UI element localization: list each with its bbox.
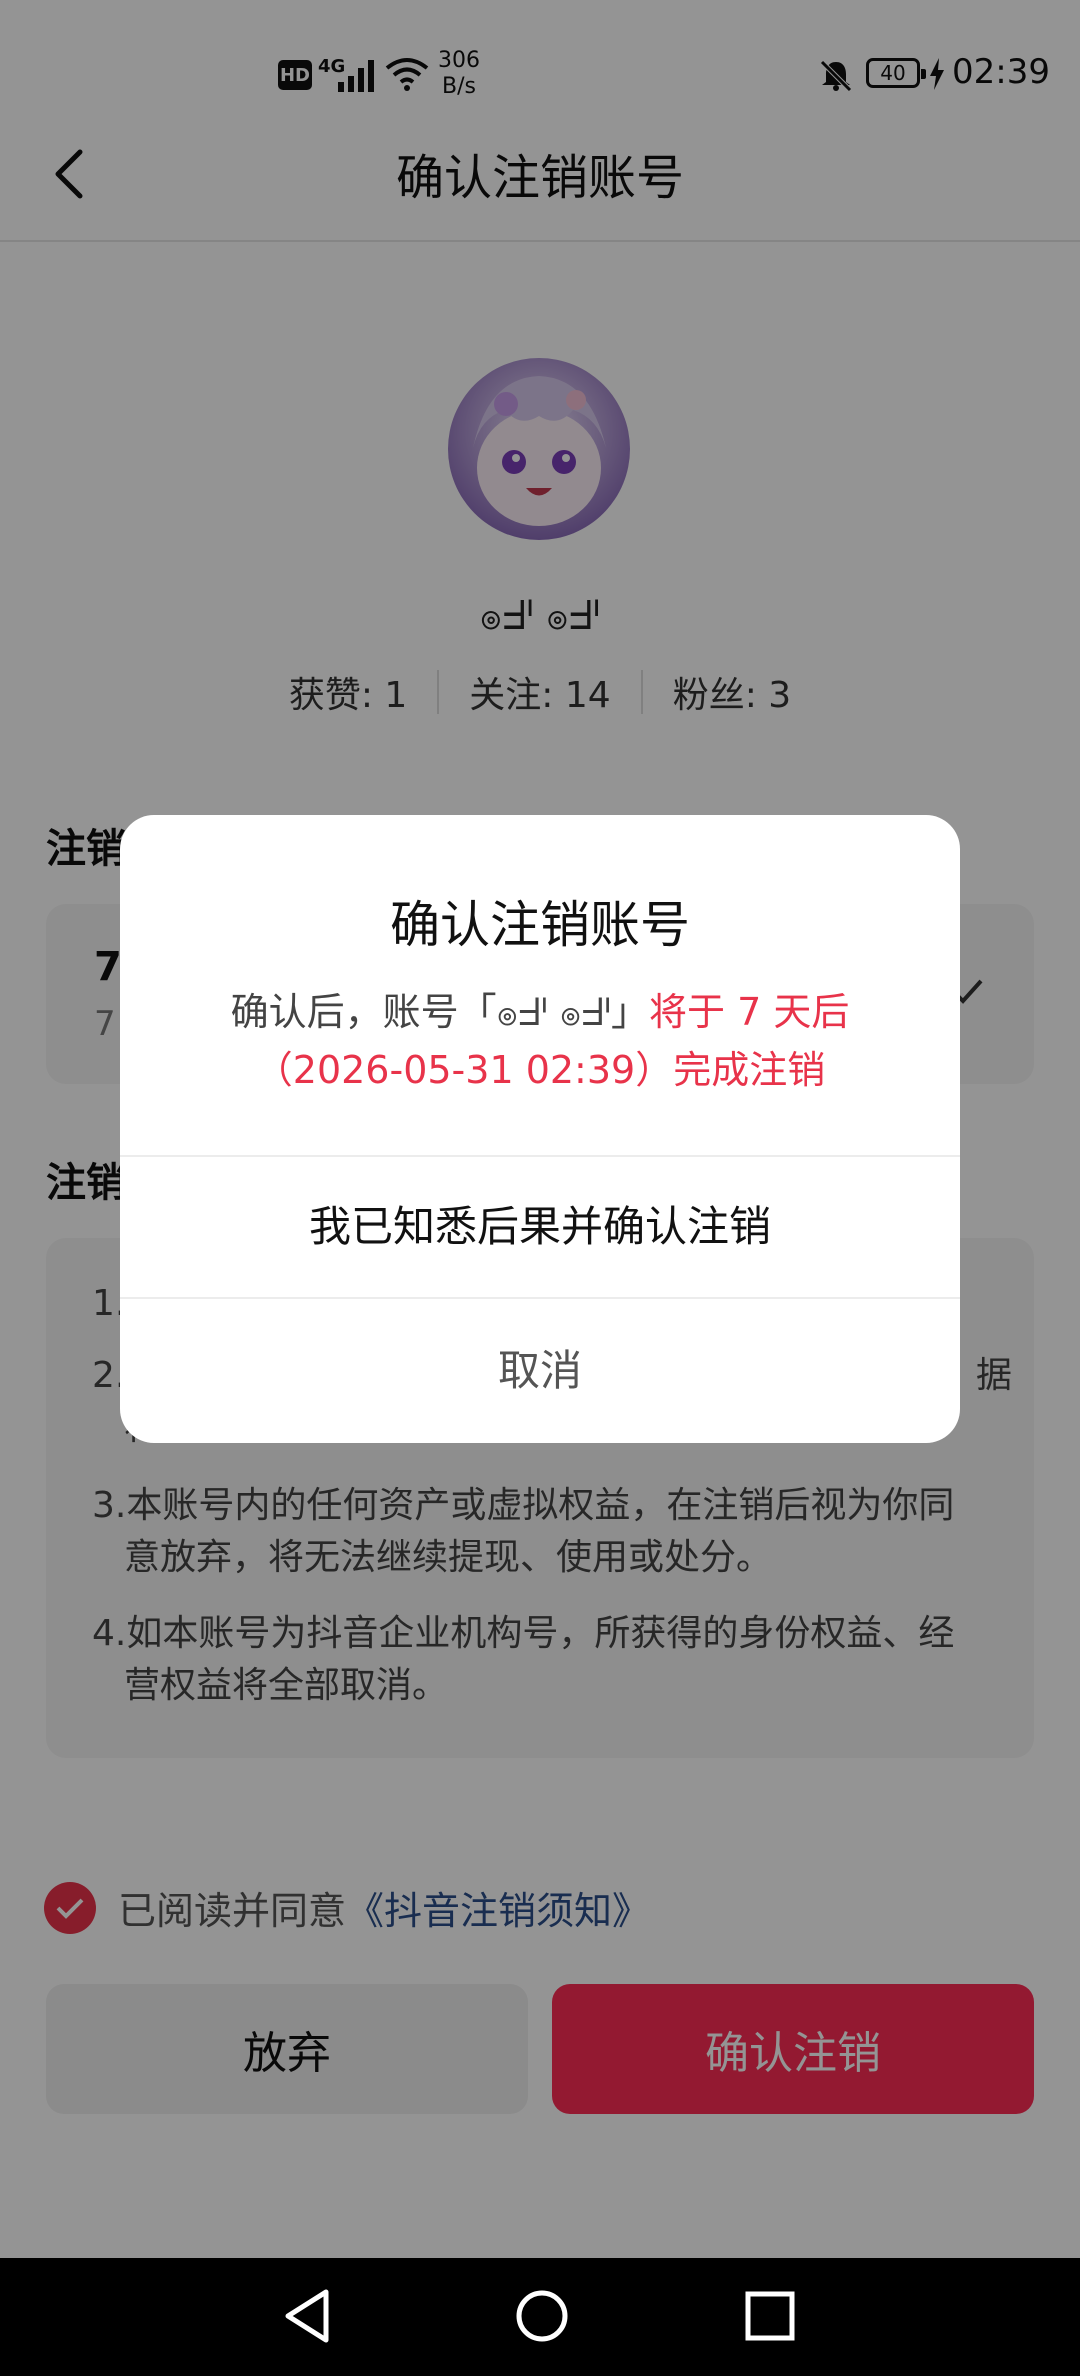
system-nav-bar [0, 2258, 1080, 2376]
dialog-message-date: （2026-05-31 02:39）完成注销 [254, 1048, 826, 1092]
dialog-cancel-button[interactable]: 取消 [120, 1299, 960, 1443]
dialog-title: 确认注销账号 [390, 896, 690, 954]
dialog-message-deadline: 将于 7 天后 [649, 990, 850, 1034]
back-triangle-icon[interactable] [282, 2288, 332, 2344]
dialog-message-prefix: 确认后，账号「ၜᖵᑊ ၜᖵᑊ」 [230, 990, 649, 1034]
dialog-message: 确认后，账号「ၜᖵᑊ ၜᖵᑊ」将于 7 天后 （2026-05-31 02:39… [160, 983, 920, 1099]
home-circle-icon[interactable] [514, 2288, 570, 2344]
recents-square-icon[interactable] [744, 2290, 796, 2342]
confirm-dialog: 确认注销账号 确认后，账号「ၜᖵᑊ ၜᖵᑊ」将于 7 天后 （2026-05-3… [120, 815, 960, 1443]
dialog-confirm-button[interactable]: 我已知悉后果并确认注销 [120, 1157, 960, 1297]
